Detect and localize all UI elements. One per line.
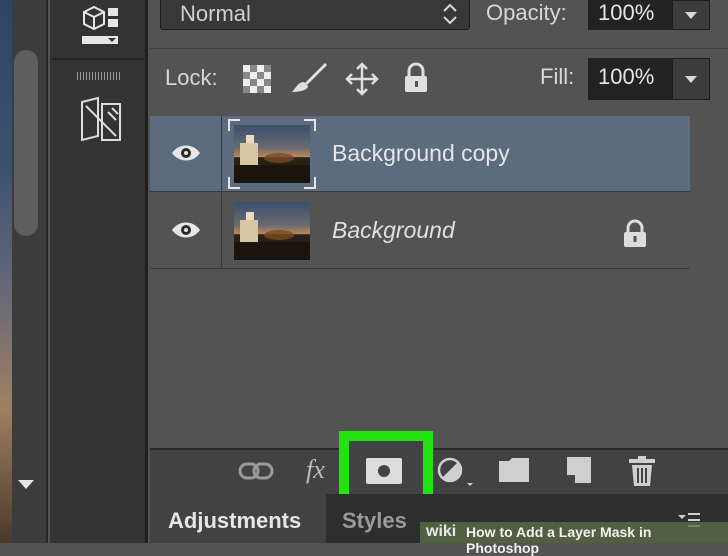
visibility-toggle[interactable] <box>150 193 222 269</box>
tab-adjustments[interactable]: Adjustments <box>168 508 301 534</box>
adjustment-layer-icon[interactable] <box>436 457 476 487</box>
fill-label: Fill: <box>540 64 575 89</box>
clone-source-panel-icon[interactable] <box>78 96 126 146</box>
dock-grip-handle[interactable] <box>77 72 121 80</box>
blend-mode-value: Normal <box>180 1 251 26</box>
eye-icon <box>172 145 200 161</box>
opacity-dropdown-button[interactable] <box>672 0 710 30</box>
mask-circle <box>378 465 390 477</box>
eye-icon <box>172 222 200 238</box>
layer-lock-icon <box>624 219 646 247</box>
lock-position-move-icon[interactable] <box>345 62 379 96</box>
tab-styles[interactable]: Styles <box>342 508 407 534</box>
watermark-title: How to Add a Layer Mask in Photoshop <box>466 524 652 556</box>
lock-all-icon[interactable] <box>403 62 429 94</box>
lock-label: Lock: <box>165 65 218 90</box>
layer-name[interactable]: Background copy <box>332 140 510 167</box>
divider <box>150 48 728 49</box>
visibility-toggle[interactable] <box>150 116 222 192</box>
folder-icon[interactable] <box>498 457 530 483</box>
fx-icon[interactable]: fx <box>306 455 325 485</box>
layer-name[interactable]: Background <box>332 217 455 244</box>
panel-dock-column <box>50 0 148 543</box>
layers-list-scroll-area <box>690 116 728 448</box>
up-down-arrows-icon[interactable] <box>442 3 458 25</box>
wikihow-logo: wiki <box>426 523 457 540</box>
opacity-value: 100% <box>598 0 655 25</box>
layer-row-background[interactable]: Background <box>150 193 690 269</box>
layer-row-background-copy[interactable]: Background copy <box>150 116 690 192</box>
layer-thumbnail[interactable] <box>234 125 310 183</box>
3d-cube-panel-icon[interactable] <box>80 4 122 48</box>
fill-dropdown-button[interactable] <box>672 58 710 100</box>
dock-divider <box>52 58 146 60</box>
canvas-edge <box>0 0 12 543</box>
new-layer-icon[interactable] <box>565 455 593 485</box>
opacity-label: Opacity: <box>486 0 567 25</box>
layer-thumbnail[interactable] <box>234 202 310 260</box>
chevron-down-icon <box>685 12 697 19</box>
fill-value: 100% <box>598 64 655 89</box>
lock-image-pixels-brush-icon[interactable] <box>290 62 330 96</box>
chevron-down-icon <box>685 76 697 83</box>
scroll-down-arrow-icon[interactable] <box>18 480 34 489</box>
trash-icon[interactable] <box>628 455 656 487</box>
scrollbar-thumb[interactable] <box>14 50 38 236</box>
link-icon[interactable] <box>238 460 274 482</box>
lock-transparent-pixels-icon[interactable] <box>243 65 271 93</box>
